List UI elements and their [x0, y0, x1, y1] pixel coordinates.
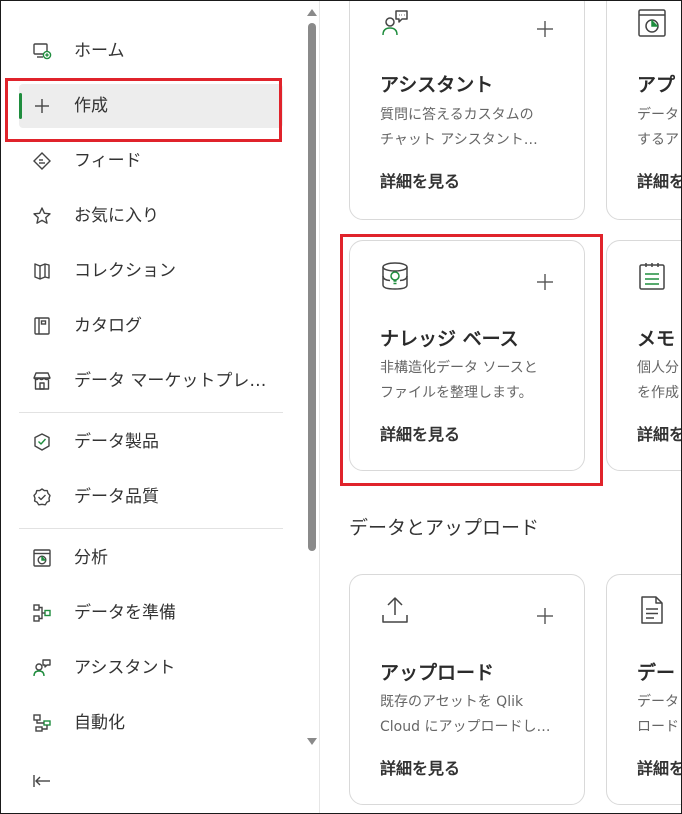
sidebar-item-label: 自動化 — [74, 713, 125, 733]
sidebar-item-favorites[interactable]: お気に入り — [19, 194, 283, 238]
sidebar-item-collection[interactable]: コレクション — [19, 249, 283, 293]
sidebar-item-label: データ マーケットプレイス — [74, 371, 274, 391]
sidebar-item-label: 作成 — [74, 96, 108, 116]
sidebar-divider — [19, 528, 283, 529]
sidebar-item-feed[interactable]: フィード — [19, 139, 283, 183]
learn-more-link[interactable]: 詳細を見る — [380, 168, 460, 192]
learn-more-link[interactable]: 詳細を — [637, 421, 681, 445]
sidebar-item-label: フィード — [74, 151, 142, 171]
sidebar-item-label: アシスタント — [74, 658, 176, 678]
sidebar-scrollbar-thumb[interactable] — [308, 23, 316, 551]
card-upload[interactable]: アップロード 既存のアセットを Qlik Cloud にアップロードし… 詳細を… — [349, 574, 585, 805]
sidebar-item-label: ホーム — [74, 41, 125, 61]
sidebar-item-label: カタログ — [74, 316, 142, 336]
card-memo[interactable]: メモ 個人分 を作成 詳細を — [606, 240, 681, 471]
card-description: 質問に答えるカスタムの チャット アシスタント… — [380, 107, 538, 148]
collapse-arrow-icon — [32, 771, 52, 791]
home-icon — [32, 41, 52, 61]
sidebar-item-label: データ製品 — [74, 432, 159, 452]
collapse-sidebar-button[interactable] — [19, 759, 63, 803]
card-description: 既存のアセットを Qlik Cloud にアップロードし… — [380, 694, 551, 735]
learn-more-link[interactable]: 詳細を見る — [380, 755, 460, 779]
scroll-up-arrow-icon[interactable] — [307, 9, 317, 16]
analytics-icon — [32, 548, 52, 568]
sidebar-item-label: 分析 — [74, 548, 108, 568]
app-icon — [637, 8, 667, 38]
sidebar-item-home[interactable]: ホーム — [19, 29, 283, 73]
section-title: データとアップロード — [349, 517, 540, 539]
automation-icon — [32, 713, 52, 733]
learn-more-link[interactable]: 詳細を — [637, 168, 681, 192]
main-content: アシスタント 質問に答えるカスタムの チャット アシスタント… 詳細を見る アプ… — [320, 1, 681, 813]
sidebar-item-label: データ品質 — [74, 487, 159, 507]
learn-more-link[interactable]: 詳細を — [637, 755, 681, 779]
sidebar-item-label: コレクション — [74, 261, 176, 281]
sidebar-item-catalog[interactable]: カタログ — [19, 304, 283, 348]
card-data[interactable]: デー データ ロード 詳細を — [606, 574, 681, 805]
scroll-down-arrow-icon[interactable] — [307, 738, 317, 745]
window: ホーム 作成 フィード お気に入り コレクション カタログ データ マーケットプ… — [0, 0, 682, 814]
document-icon — [637, 595, 667, 625]
card-description: データ ロード — [637, 694, 679, 735]
memo-icon — [637, 261, 667, 291]
card-assistant[interactable]: アシスタント 質問に答えるカスタムの チャット アシスタント… 詳細を見る — [349, 1, 585, 220]
sidebar-divider — [19, 412, 283, 413]
card-description: データ するア — [637, 107, 679, 148]
sidebar-item-label: データを準備 — [74, 603, 176, 623]
collection-icon — [32, 261, 52, 281]
add-icon[interactable] — [536, 20, 554, 38]
assistant-icon — [32, 658, 52, 678]
knowledge-base-icon — [380, 261, 410, 291]
card-description: 非構造化データ ソースと ファイルを整理します。 — [380, 360, 538, 401]
sidebar-item-prepare-data[interactable]: データを準備 — [19, 591, 283, 635]
plus-icon — [32, 96, 52, 116]
star-icon — [32, 206, 52, 226]
data-product-icon — [32, 432, 52, 452]
sidebar-item-marketplace[interactable]: データ マーケットプレイス — [19, 359, 283, 403]
add-icon[interactable] — [536, 607, 554, 625]
sidebar-item-label: お気に入り — [74, 206, 159, 226]
sidebar: ホーム 作成 フィード お気に入り コレクション カタログ データ マーケットプ… — [1, 1, 320, 813]
catalog-icon — [32, 316, 52, 336]
card-description: 個人分 を作成 — [637, 360, 679, 401]
sidebar-item-data-products[interactable]: データ製品 — [19, 420, 283, 464]
upload-icon — [380, 595, 410, 625]
card-title: メモ — [637, 328, 676, 350]
assistant-chat-icon — [380, 8, 410, 38]
card-title: アシスタント — [380, 74, 494, 96]
card-title: ナレッジ ベース — [380, 328, 519, 350]
marketplace-icon — [32, 371, 52, 391]
sidebar-item-assistant[interactable]: アシスタント — [19, 646, 283, 690]
learn-more-link[interactable]: 詳細を見る — [380, 421, 460, 445]
card-app[interactable]: アプ データ するア 詳細を — [606, 1, 681, 220]
feed-icon — [32, 151, 52, 171]
sidebar-item-data-quality[interactable]: データ品質 — [19, 475, 283, 519]
sidebar-item-create[interactable]: 作成 — [19, 84, 283, 128]
add-icon[interactable] — [536, 273, 554, 291]
card-knowledge-base[interactable]: ナレッジ ベース 非構造化データ ソースと ファイルを整理します。 詳細を見る — [349, 240, 585, 471]
card-title: デー — [637, 662, 676, 684]
card-title: アップロード — [380, 662, 495, 684]
card-title: アプ — [637, 74, 676, 96]
data-quality-icon — [32, 487, 52, 507]
sidebar-item-automation[interactable]: 自動化 — [19, 701, 283, 745]
prepare-data-icon — [32, 603, 52, 623]
sidebar-item-analytics[interactable]: 分析 — [19, 536, 283, 580]
